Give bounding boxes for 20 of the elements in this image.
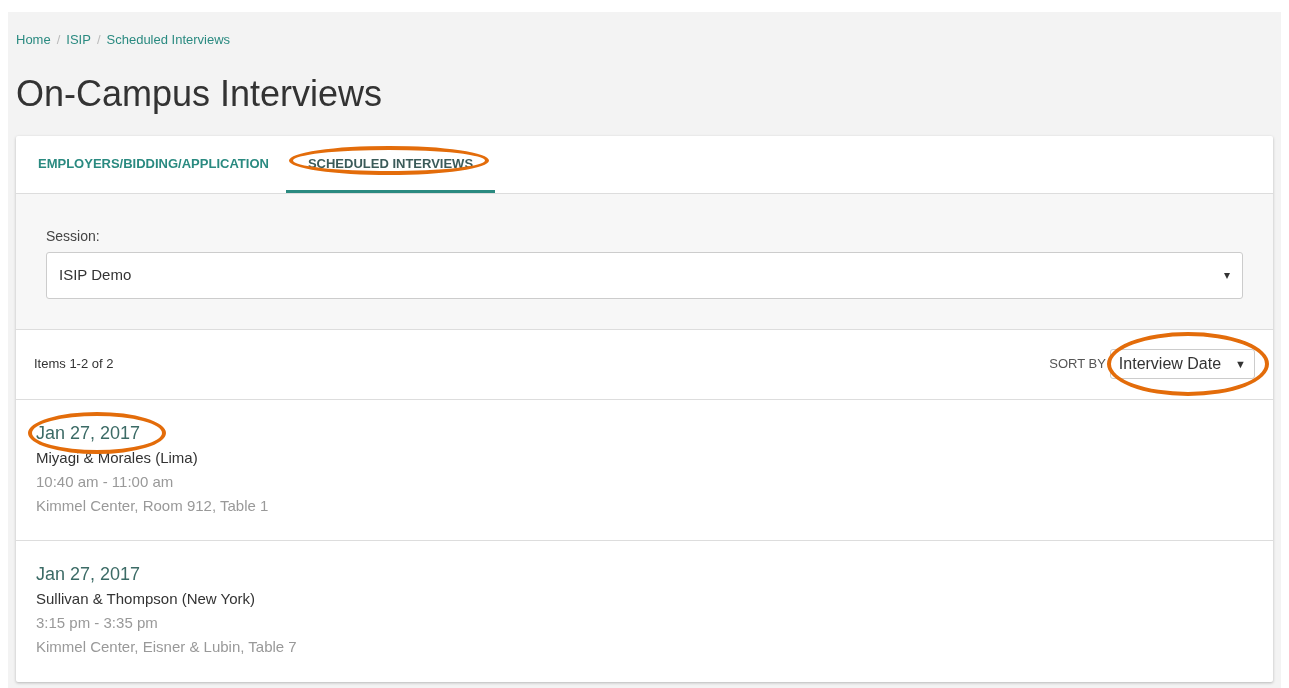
breadcrumb-link[interactable]: ISIP xyxy=(66,30,91,50)
interview-location: Kimmel Center, Eisner & Lubin, Table 7 xyxy=(36,636,298,657)
interview-time: 10:40 am - 11:00 am xyxy=(36,471,175,492)
employer-name: Sullivan & Thompson (New York) xyxy=(36,588,256,609)
employer-name: Miyagi & Morales (Lima) xyxy=(36,447,199,468)
tab[interactable]: EMPLOYERS/BIDDING/APPLICATION xyxy=(21,135,286,193)
breadcrumb-link[interactable]: Home xyxy=(16,30,51,50)
sort-label: SORT BY xyxy=(1049,355,1106,374)
page-title: On-Campus Interviews xyxy=(16,71,384,116)
session-select[interactable]: ISIP Demo ▾ xyxy=(46,251,1243,299)
breadcrumb-separator: / xyxy=(96,31,101,49)
interview-date: Jan 27, 2017 xyxy=(36,562,141,585)
items-count: Items 1-2 of 2 xyxy=(34,355,114,374)
breadcrumb-link[interactable]: Scheduled Interviews xyxy=(106,30,231,50)
session-label: Session: xyxy=(46,226,101,246)
interview-date: Jan 27, 2017 xyxy=(36,421,141,444)
interview-location: Kimmel Center, Room 912, Table 1 xyxy=(36,495,270,516)
sort-select[interactable]: Interview Date ▼ xyxy=(1109,349,1255,379)
breadcrumb-separator: / xyxy=(56,31,61,49)
interview-time: 3:15 pm - 3:35 pm xyxy=(36,612,159,633)
